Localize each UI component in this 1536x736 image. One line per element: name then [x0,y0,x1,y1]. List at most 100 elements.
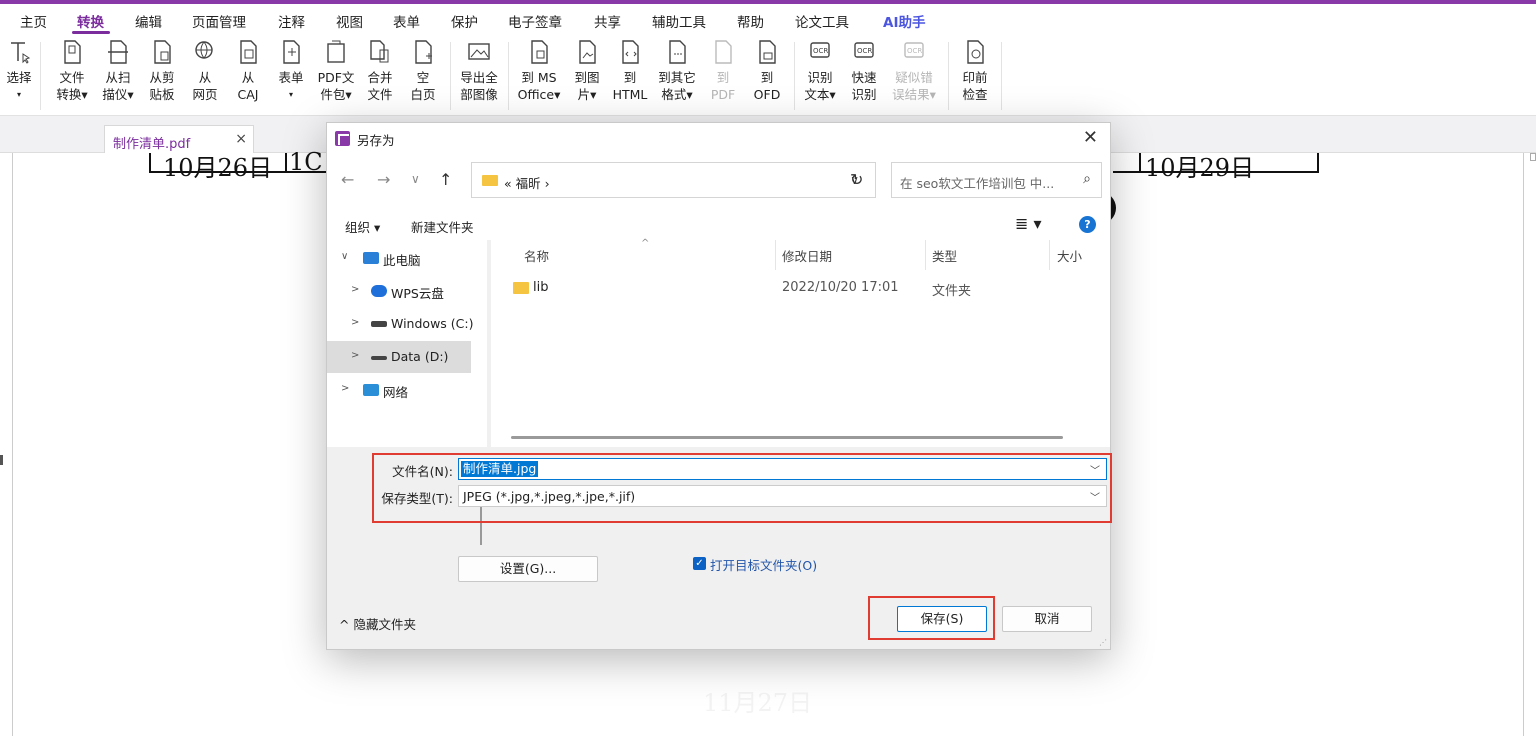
dialog-nav-row: ← → ∨ ↑ « 福昕 › ∨ ↻ 在 seo软文工作培训包 中... ⌕ [327,153,1110,208]
hide-folders-toggle[interactable]: ^ 隐藏文件夹 [339,614,416,633]
pdf-package-button[interactable]: PDF文 件包▾ [314,38,358,103]
merge-files-button[interactable]: 合并 文件 [362,38,398,103]
up-arrow-icon[interactable]: ↑ [439,170,452,189]
active-menu-underline [72,31,110,34]
form-icon [283,40,300,64]
refresh-icon[interactable]: ↻ [850,170,863,189]
column-divider[interactable] [1049,240,1050,270]
back-arrow-icon[interactable]: ← [341,170,354,189]
menu-help[interactable]: 帮助 [737,11,764,31]
address-folder[interactable]: 福昕 [516,176,541,191]
column-header-name[interactable]: 名称 [524,246,549,265]
menu-home[interactable]: 主页 [20,11,47,31]
to-image-button[interactable]: 到图 片▾ [568,38,606,103]
column-header-date[interactable]: 修改日期 [782,246,832,265]
from-clipboard-button[interactable]: 从剪 贴板 [142,38,182,103]
scanner-icon [108,40,128,64]
sort-ascending-icon: ^ [641,238,650,249]
tree-item-label: Windows (C:) [391,316,474,331]
tree-item-this-pc[interactable]: ∨ 此电脑 [327,242,471,274]
menu-ai-assistant[interactable]: AI助手 [883,11,925,31]
file-row[interactable]: lib 2022/10/20 17:01 文件夹 [491,278,1110,302]
to-office-icon [531,40,548,64]
table-line [149,153,151,173]
tree-item-windows-c[interactable]: > Windows (C:) [327,308,474,340]
search-icon[interactable]: ⌕ [1083,171,1091,187]
to-other-format-button[interactable]: 到其它 格式▾ [654,38,700,103]
svg-text:OCR: OCR [907,47,922,55]
chevron-right-icon[interactable]: > [351,284,359,295]
menu-form[interactable]: 表单 [393,11,420,31]
new-folder-button[interactable]: 新建文件夹 [411,217,474,236]
select-button[interactable]: 选择 ▾ [4,38,34,103]
ribbon-separator [1001,42,1002,110]
column-header-type[interactable]: 类型 [932,246,957,265]
chevron-down-icon[interactable]: ∨ [341,251,348,262]
view-options-icon[interactable]: ≣ ▾ [1015,214,1042,233]
svg-text:OCR: OCR [813,47,828,55]
highlight-box-filename [372,453,1112,523]
search-box[interactable]: 在 seo软文工作培训包 中... ⌕ [891,162,1102,198]
dialog-command-bar: 组织 ▾ 新建文件夹 ≣ ▾ ? [327,208,1110,240]
recent-locations-chevron-icon[interactable]: ∨ [411,172,420,186]
cancel-button[interactable]: 取消 [1002,606,1092,632]
menu-e-signature[interactable]: 电子签章 [508,11,562,31]
preflight-button[interactable]: 印前 检查 [956,38,994,103]
dialog-titlebar: 另存为 ✕ [327,123,1110,153]
chevron-right-icon[interactable]: > [351,317,359,328]
chevron-right-icon[interactable]: > [351,350,359,361]
export-images-button[interactable]: 导出全 部图像 [456,38,502,103]
menu-convert[interactable]: 转换 [77,11,104,31]
address-bar[interactable]: « 福昕 › ∨ [471,162,876,198]
menu-annotate[interactable]: 注释 [278,11,305,31]
menu-edit[interactable]: 编辑 [135,11,162,31]
to-pdf-button[interactable]: 到 PDF [704,38,742,103]
from-scanner-button[interactable]: 从扫 描仪▾ [96,38,140,103]
organize-button[interactable]: 组织 ▾ [345,217,380,236]
merge-files-icon [370,40,389,63]
from-web-button[interactable]: 从网页 [186,38,224,103]
tree-item-data-d[interactable]: > Data (D:) [327,341,471,373]
to-ms-office-button[interactable]: 到 MS Office▾ [514,38,564,103]
file-convert-button[interactable]: 文件 转换▾ [50,38,94,103]
blank-page-button[interactable]: 空白页 [404,38,442,103]
to-html-icon [622,40,639,64]
help-icon[interactable]: ? [1079,216,1096,233]
address-separator-chevron-icon[interactable]: › [545,176,550,191]
close-tab-icon[interactable]: × [235,131,247,147]
settings-button[interactable]: 设置(G)... [458,556,598,582]
tree-item-network[interactable]: > 网络 [327,374,471,406]
file-list-scrollbar[interactable] [511,436,1063,439]
address-overflow[interactable]: « [504,176,512,191]
form-button[interactable]: 表单 ▾ [272,38,310,103]
ocr-text-button[interactable]: OCR 识别 文本▾ [800,38,840,103]
forward-arrow-icon[interactable]: → [377,170,390,189]
column-divider[interactable] [775,240,776,270]
save-as-dialog: 另存为 ✕ ← → ∨ ↑ « 福昕 › ∨ ↻ 在 seo软文工作培训包 中.… [326,122,1112,650]
ocr-quick-button[interactable]: OCR 快速 识别 [844,38,884,103]
open-folder-label[interactable]: 打开目标文件夹(O) [710,555,817,574]
menu-paper-tools[interactable]: 论文工具 [795,11,849,31]
menu-share[interactable]: 共享 [594,11,621,31]
ocr-suspect-button[interactable]: OCR 疑似错 误结果▾ [888,38,940,103]
drive-d-icon [371,356,387,360]
to-html-button[interactable]: 到 HTML [610,38,650,103]
menu-assist-tools[interactable]: 辅助工具 [652,11,706,31]
cloud-icon [371,285,387,297]
chevron-right-icon[interactable]: > [341,383,349,394]
web-globe-icon [195,41,213,59]
menu-protect[interactable]: 保护 [451,11,478,31]
search-placeholder: 在 seo软文工作培训包 中... [900,176,1055,191]
menu-page-manage[interactable]: 页面管理 [192,11,246,31]
to-ofd-button[interactable]: 到 OFD [748,38,786,103]
column-header-size[interactable]: 大小 [1057,246,1082,265]
column-divider[interactable] [925,240,926,270]
resize-grip-icon[interactable]: ⋰ [1099,638,1107,647]
tree-item-wps-cloud[interactable]: > WPS云盘 [327,275,471,307]
close-dialog-button[interactable]: ✕ [1083,127,1098,148]
ribbon-separator [450,42,451,110]
from-caj-button[interactable]: 从 CAJ [230,38,266,103]
menu-view[interactable]: 视图 [336,11,363,31]
open-folder-checkbox[interactable]: ✓ [693,557,706,570]
to-ofd-icon [759,40,776,64]
